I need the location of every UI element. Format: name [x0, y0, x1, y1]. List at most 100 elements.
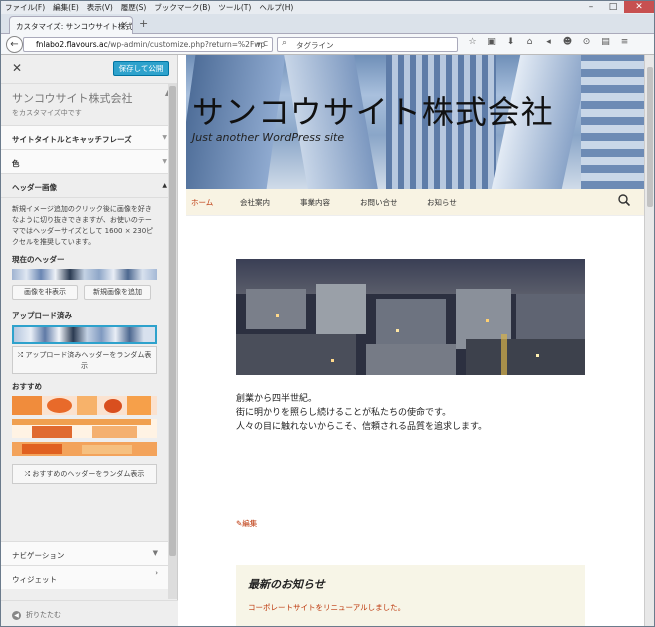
minimize-button[interactable]: –	[580, 1, 602, 13]
header-image-panel: 新規イメージ追加のクリック後に画像を好きなように切り抜きできますが、お使いのテー…	[1, 198, 168, 490]
menu-bar: ファイル(F) 編集(E) 表示(V) 履歴(S) ブックマーク(B) ツール(…	[1, 1, 654, 14]
current-header-label: 現在のヘッダー	[12, 255, 65, 264]
maximize-button[interactable]: □	[602, 1, 624, 13]
send-icon[interactable]: ◂	[539, 37, 558, 47]
section-label: サイトタイトルとキャッチフレーズ	[12, 135, 132, 144]
section-label: ウィジェット	[12, 575, 57, 584]
back-arrow-icon: ←	[10, 39, 19, 50]
download-icon[interactable]: ⬇	[501, 37, 520, 47]
menu-help[interactable]: ヘルプ(H)	[259, 2, 293, 13]
news-title: 最新のお知らせ	[248, 578, 325, 591]
content-text: 創業から四半世紀。 街に明かりを照らし続けることが私たちの使命です。 人々の目に…	[236, 392, 487, 434]
browser-window: ファイル(F) 編集(E) 表示(V) 履歴(S) ブックマーク(B) ツール(…	[0, 0, 655, 627]
toolbar-icons: ☆ ▣ ⬇ ⌂ ◂ ☻ ⊙ ▤ ≡	[463, 37, 634, 47]
window-controls: – □ ✕	[580, 1, 654, 13]
suggested-header-2[interactable]	[12, 419, 157, 438]
customizer-info: サンコウサイト株式会社 をカスタマイズ中です ▲	[1, 84, 177, 126]
home-icon[interactable]: ⌂	[520, 37, 539, 47]
menu-bookmarks[interactable]: ブックマーク(B)	[154, 2, 210, 13]
section-colors[interactable]: 色 ▼	[1, 150, 177, 174]
tab-bar: カスタマイズ: サンコウサイト株式... × +	[1, 14, 654, 34]
section-label: ヘッダー画像	[12, 183, 57, 192]
section-label: 色	[12, 159, 20, 168]
menu-tools[interactable]: ツール(T)	[218, 2, 251, 13]
nav-company[interactable]: 会社案内	[240, 197, 270, 208]
collapse-icon: ◀	[12, 611, 21, 620]
content-photo	[236, 259, 585, 375]
news-widget: 最新のお知らせ コーポレートサイトをリニューアルしました。	[236, 565, 585, 626]
customizer-header: ✕ 保存して公開	[1, 55, 177, 84]
camera-icon[interactable]: ▤	[596, 37, 615, 47]
customizer-site-title: サンコウサイト株式会社	[12, 92, 133, 105]
content-line: 街に明かりを照らし続けることが私たちの使命です。	[236, 408, 452, 418]
site-tagline: Just another WordPress site	[192, 131, 345, 144]
url-path: /wp-admin/customize.php?return=%2Fwp	[107, 40, 266, 49]
site-header[interactable]: サンコウサイト株式会社 Just another WordPress site	[186, 55, 644, 189]
reload-icon[interactable]: ▾ C	[257, 40, 268, 48]
section-navigation[interactable]: ナビゲーション ▼	[1, 541, 168, 565]
news-link[interactable]: コーポレートサイトをリニューアルしました。	[248, 602, 405, 613]
random-suggested-button[interactable]: ⤮ おすすめのヘッダーをランダム表示	[12, 464, 157, 484]
search-box[interactable]: ⌕ タグライン	[277, 37, 458, 52]
customizer-sidebar: ✕ 保存して公開 サンコウサイト株式会社 をカスタマイズ中です ▲ サイトタイト…	[1, 55, 178, 626]
address-bar[interactable]: fnlabo2.flavours.ac/wp-admin/customize.p…	[23, 37, 273, 52]
close-window-button[interactable]: ✕	[624, 1, 654, 13]
scrollbar-thumb[interactable]	[169, 86, 176, 556]
site-navigation: ホーム 会社案内 事業内容 お問い合せ お知らせ	[186, 189, 644, 216]
hide-image-button[interactable]: 画像を非表示	[12, 285, 78, 300]
content-line: 創業から四半世紀。	[236, 394, 318, 404]
random-uploaded-button[interactable]: ⤮ アップロード済みヘッダーをランダム表示	[12, 346, 157, 374]
menu-edit[interactable]: 編集(E)	[53, 2, 79, 13]
uploaded-label: アップロード済み	[12, 311, 72, 320]
chevron-down-icon: ▼	[152, 549, 158, 557]
current-header-thumbnail	[12, 269, 157, 280]
star-icon[interactable]: ☆	[463, 37, 482, 47]
header-description: 新規イメージ追加のクリック後に画像を好きなように切り抜きできますが、お使いのテー…	[12, 205, 154, 246]
menu-view[interactable]: 表示(V)	[87, 2, 113, 13]
section-widgets[interactable]: ウィジェット ›	[1, 565, 168, 589]
save-publish-button[interactable]: 保存して公開	[113, 61, 169, 76]
suggested-header-3[interactable]	[12, 442, 157, 456]
menu-icon[interactable]: ≡	[615, 37, 634, 47]
url-host: fnlabo2.flavours.ac	[36, 40, 108, 49]
scrollbar-thumb[interactable]	[647, 67, 653, 207]
sidebar-scrollbar[interactable]	[168, 84, 177, 599]
nav-contact[interactable]: お問い合せ	[360, 197, 398, 208]
content-line: 人々の目に触れないからこそ、信頼される品質を追求します。	[236, 422, 488, 432]
back-button[interactable]: ←	[6, 36, 23, 53]
section-header-image[interactable]: ヘッダー画像 ▲	[1, 174, 177, 198]
search-engine-icon: ⌕	[282, 38, 288, 48]
section-site-title[interactable]: サイトタイトルとキャッチフレーズ ▼	[1, 126, 177, 150]
chevron-right-icon: ›	[155, 569, 158, 577]
site-preview: サンコウサイト株式会社 Just another WordPress site …	[178, 55, 644, 626]
nav-home[interactable]: ホーム	[191, 197, 213, 208]
nav-news[interactable]: お知らせ	[427, 197, 457, 208]
close-icon[interactable]: ✕	[12, 61, 22, 75]
edit-link[interactable]: ✎編集	[236, 518, 257, 529]
section-label: ナビゲーション	[12, 551, 65, 560]
menu-history[interactable]: 履歴(S)	[121, 2, 147, 13]
preview-scrollbar[interactable]	[644, 55, 654, 626]
chevron-up-icon: ▲	[162, 182, 167, 189]
suggested-label: おすすめ	[12, 382, 42, 391]
suggested-header-1[interactable]	[12, 396, 157, 415]
search-icon[interactable]	[618, 194, 630, 206]
site-title[interactable]: サンコウサイト株式会社	[192, 87, 554, 133]
nav-business[interactable]: 事業内容	[300, 197, 330, 208]
tab-close-icon[interactable]: ×	[120, 20, 128, 30]
customizer-subtitle: をカスタマイズ中です	[12, 109, 82, 117]
uploaded-header-thumbnail[interactable]	[12, 325, 157, 344]
chevron-down-icon: ▼	[162, 134, 167, 141]
new-tab-button[interactable]: +	[139, 17, 148, 30]
chat-icon[interactable]: ☻	[558, 37, 577, 47]
navigation-toolbar: ← fnlabo2.flavours.ac/wp-admin/customize…	[1, 34, 654, 55]
tab-customize[interactable]: カスタマイズ: サンコウサイト株式... ×	[9, 16, 133, 34]
tab-title: カスタマイズ: サンコウサイト株式...	[16, 22, 133, 31]
collapse-label: 折りたたむ	[26, 611, 61, 619]
collapse-button[interactable]: ◀ 折りたたむ	[1, 600, 178, 626]
add-image-button[interactable]: 新規画像を追加	[84, 285, 151, 300]
skype-icon[interactable]: ⊙	[577, 37, 596, 47]
clipboard-icon[interactable]: ▣	[482, 37, 501, 47]
menu-file[interactable]: ファイル(F)	[5, 2, 45, 13]
search-placeholder: タグライン	[296, 41, 334, 50]
